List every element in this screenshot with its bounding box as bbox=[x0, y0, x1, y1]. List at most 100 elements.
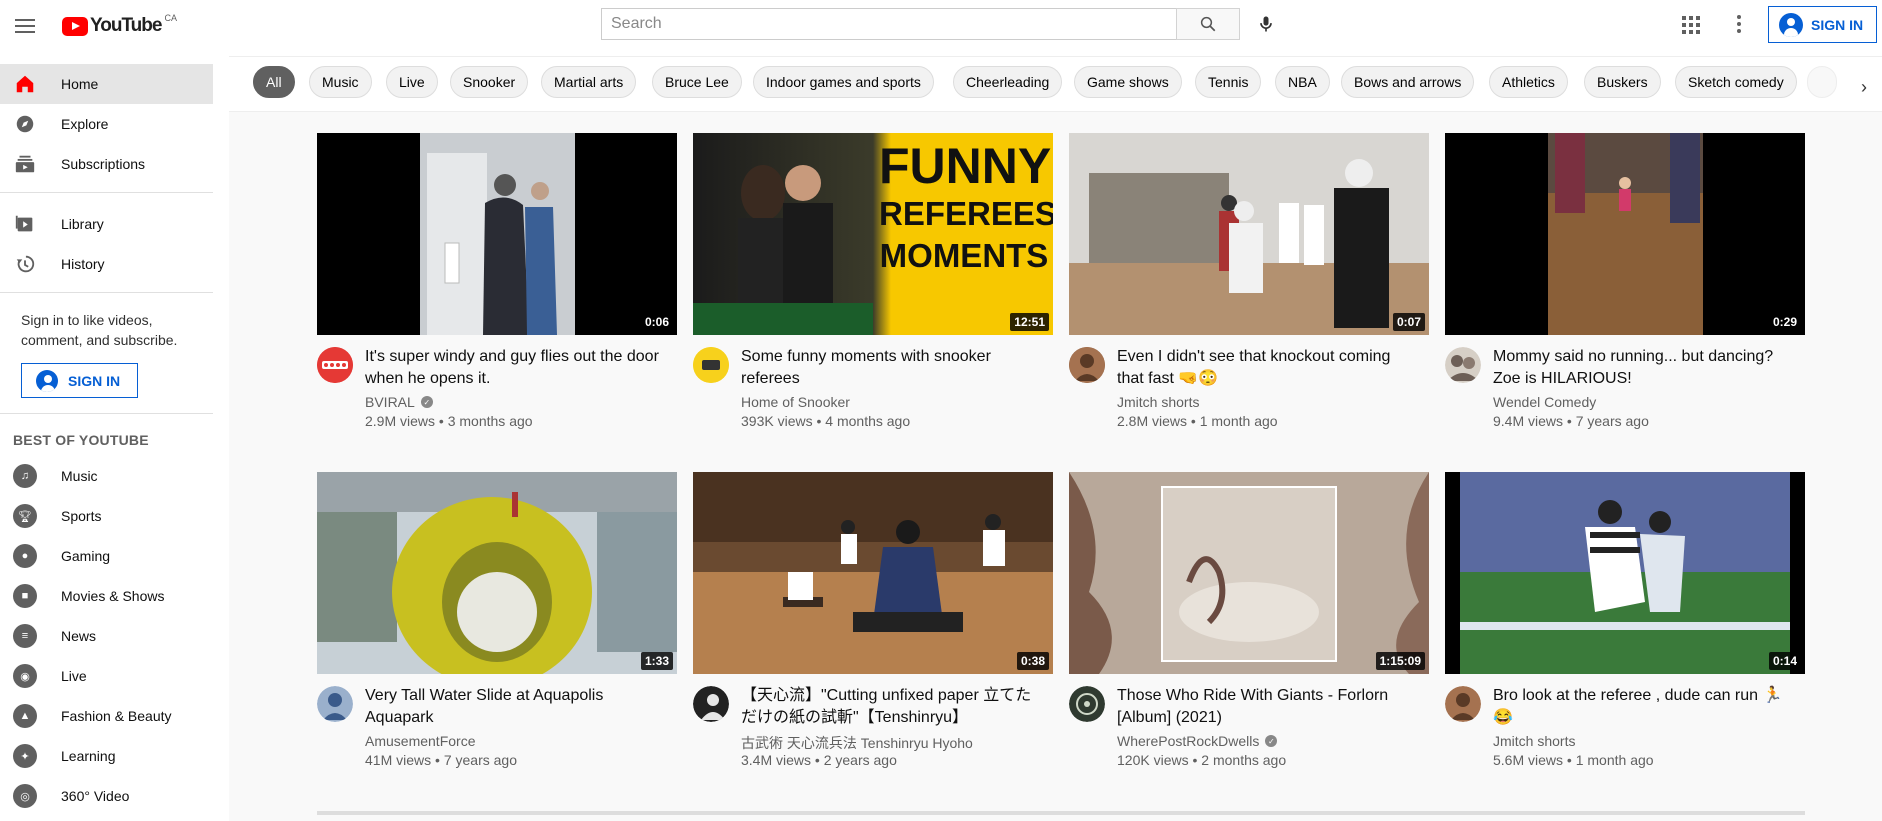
more-options-icon[interactable] bbox=[1736, 13, 1742, 35]
upload-age: 1 month ago bbox=[1199, 413, 1278, 429]
video-thumbnail[interactable]: 1:33 bbox=[317, 472, 677, 674]
chip-athletics[interactable]: Athletics bbox=[1489, 66, 1568, 98]
channel-avatar[interactable] bbox=[693, 686, 729, 722]
chip-cheerleading[interactable]: Cheerleading bbox=[953, 66, 1063, 98]
chip-sketch-comedy[interactable]: Sketch comedy bbox=[1675, 66, 1797, 98]
view-count: 9.4M views bbox=[1493, 413, 1564, 429]
menu-icon[interactable] bbox=[12, 13, 38, 39]
sidebar-item-label: Sports bbox=[61, 508, 102, 524]
video-card: 0:29 Mommy said no running... but dancin… bbox=[1445, 133, 1805, 453]
channel-avatar[interactable] bbox=[1445, 347, 1481, 383]
view-count: 3.4M views bbox=[741, 752, 812, 768]
chip-buskers[interactable]: Buskers bbox=[1584, 66, 1661, 98]
chip-bows-and-arrows[interactable]: Bows and arrows bbox=[1341, 66, 1475, 98]
sidebar-item-live[interactable]: ◉ Live bbox=[0, 656, 213, 696]
sidebar-item-library[interactable]: Library bbox=[0, 204, 213, 244]
apps-grid-icon[interactable] bbox=[1680, 14, 1700, 34]
sidebar-item-label: Gaming bbox=[61, 548, 111, 564]
chip-game-shows[interactable]: Game shows bbox=[1074, 66, 1182, 98]
video-meta: 41M views • 7 years ago bbox=[365, 752, 517, 768]
channel-name[interactable]: WherePostRockDwells ✓ bbox=[1117, 733, 1278, 749]
channel-name[interactable]: Jmitch shorts bbox=[1493, 733, 1575, 749]
sidebar-item-subscriptions[interactable]: Subscriptions bbox=[0, 144, 213, 184]
chip-bruce-lee[interactable]: Bruce Lee bbox=[652, 66, 742, 98]
video-meta: 5.6M views • 1 month ago bbox=[1493, 752, 1654, 768]
sidebar-item-music[interactable]: ♫ Music bbox=[0, 456, 213, 496]
video-title[interactable]: Those Who Ride With Giants - Forlorn [Al… bbox=[1117, 685, 1417, 729]
thumbnail-headline-line: REFEREES bbox=[879, 195, 1053, 232]
search-button[interactable] bbox=[1176, 8, 1240, 40]
channel-avatar[interactable] bbox=[693, 347, 729, 383]
chip-live[interactable]: Live bbox=[386, 66, 438, 98]
chip-overflow[interactable] bbox=[1807, 66, 1837, 98]
channel-name[interactable]: Jmitch shorts bbox=[1117, 394, 1199, 410]
sidebar-item-label: History bbox=[61, 256, 105, 272]
channel-name[interactable]: BVIRAL ✓ bbox=[365, 394, 433, 410]
channel-avatar[interactable] bbox=[1445, 686, 1481, 722]
channel-avatar[interactable] bbox=[317, 347, 353, 383]
youtube-logo[interactable]: YouTube CA bbox=[62, 13, 177, 37]
sidebar-item-360-video[interactable]: ◎ 360° Video bbox=[0, 776, 213, 816]
section-title-best-of-youtube: BEST OF YOUTUBE bbox=[13, 432, 149, 448]
upload-age: 4 months ago bbox=[825, 413, 911, 429]
chevron-right-icon[interactable]: › bbox=[1846, 71, 1882, 103]
chip-nba[interactable]: NBA bbox=[1275, 66, 1330, 98]
sidebar: Home Explore Subscriptions Library Histo… bbox=[0, 56, 229, 821]
youtube-play-icon bbox=[62, 16, 88, 36]
sidebar-item-movies-shows[interactable]: ■ Movies & Shows bbox=[0, 576, 213, 616]
sidebar-item-gaming[interactable]: ● Gaming bbox=[0, 536, 213, 576]
360-icon: ◎ bbox=[13, 784, 37, 808]
sidebar-item-sports[interactable]: 🏆︎ Sports bbox=[0, 496, 213, 536]
channel-name[interactable]: 古武術 天心流兵法 Tenshinryu Hyoho bbox=[741, 733, 973, 753]
video-title[interactable]: Bro look at the referee , dude can run 🏃… bbox=[1493, 685, 1793, 729]
search-input[interactable]: Search bbox=[601, 8, 1177, 40]
video-title[interactable]: Some funny moments with snooker referees bbox=[741, 346, 1041, 390]
video-thumbnail[interactable]: 0:29 bbox=[1445, 133, 1805, 335]
newspaper-icon: ≡ bbox=[13, 624, 37, 648]
voice-search-button[interactable] bbox=[1254, 12, 1278, 36]
sidebar-item-label: Music bbox=[61, 468, 98, 484]
video-title[interactable]: Even I didn't see that knockout coming t… bbox=[1117, 346, 1417, 390]
chip-snooker[interactable]: Snooker bbox=[450, 66, 529, 98]
channel-avatar[interactable] bbox=[317, 686, 353, 722]
logo-text: YouTube bbox=[90, 15, 162, 36]
sidebar-item-history[interactable]: History bbox=[0, 244, 213, 284]
sidebar-item-fashion-beauty[interactable]: ▲ Fashion & Beauty bbox=[0, 696, 213, 736]
channel-name[interactable]: Home of Snooker bbox=[741, 394, 850, 410]
video-title[interactable]: Very Tall Water Slide at Aquapolis Aquap… bbox=[365, 685, 665, 729]
film-icon: ■ bbox=[13, 584, 37, 608]
sidebar-item-explore[interactable]: Explore bbox=[0, 104, 213, 144]
sidebar-sign-in-button[interactable]: SIGN IN bbox=[21, 363, 138, 398]
channel-avatar[interactable] bbox=[1069, 347, 1105, 383]
sidebar-item-label: Fashion & Beauty bbox=[61, 708, 172, 724]
sidebar-item-label: Explore bbox=[61, 116, 109, 132]
chip-music[interactable]: Music bbox=[309, 66, 372, 98]
channel-avatar[interactable] bbox=[1069, 686, 1105, 722]
history-icon bbox=[13, 252, 37, 276]
sidebar-divider bbox=[0, 413, 213, 414]
sidebar-item-news[interactable]: ≡ News bbox=[0, 616, 213, 656]
chip-tennis[interactable]: Tennis bbox=[1195, 66, 1262, 98]
chip-all[interactable]: All bbox=[253, 66, 295, 98]
channel-name[interactable]: AmusementForce bbox=[365, 733, 475, 749]
chip-martial-arts[interactable]: Martial arts bbox=[541, 66, 637, 98]
video-thumbnail[interactable]: 0:14 bbox=[1445, 472, 1805, 674]
video-title[interactable]: 【天心流】"Cutting unfixed paper 立てただけの紙の試斬"【… bbox=[741, 685, 1041, 729]
channel-name-text: Jmitch shorts bbox=[1117, 394, 1200, 410]
video-thumbnail[interactable]: 0:07 bbox=[1069, 133, 1429, 335]
sidebar-item-home[interactable]: Home bbox=[0, 64, 213, 104]
hanger-icon: ▲ bbox=[13, 704, 37, 728]
video-thumbnail[interactable]: FUNNY REFEREES MOMENTS 12:51 bbox=[693, 133, 1053, 335]
chip-indoor-games-and-sports[interactable]: Indoor games and sports bbox=[753, 66, 934, 98]
video-title[interactable]: Mommy said no running... but dancing? Zo… bbox=[1493, 346, 1793, 390]
video-duration: 0:07 bbox=[1392, 313, 1425, 331]
sidebar-item-label: Library bbox=[61, 216, 104, 232]
video-thumbnail[interactable]: 0:06 bbox=[317, 133, 677, 335]
video-thumbnail[interactable]: 1:15:09 bbox=[1069, 472, 1429, 674]
content-divider bbox=[317, 811, 1805, 815]
sign-in-button[interactable]: SIGN IN bbox=[1768, 6, 1877, 43]
video-title[interactable]: It's super windy and guy flies out the d… bbox=[365, 346, 665, 390]
sidebar-item-learning[interactable]: ✦ Learning bbox=[0, 736, 213, 776]
channel-name[interactable]: Wendel Comedy bbox=[1493, 394, 1596, 410]
video-thumbnail[interactable]: 0:38 bbox=[693, 472, 1053, 674]
